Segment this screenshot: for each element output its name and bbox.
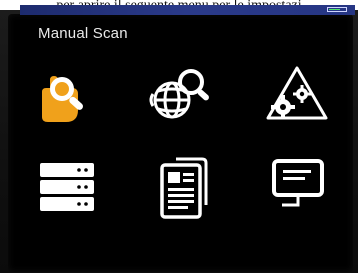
menu-item-server-list[interactable]: [32, 155, 102, 221]
monitor-icon: [272, 159, 324, 207]
menu-item-documents[interactable]: [148, 155, 218, 221]
network-settings-icon: [266, 66, 328, 120]
menu-item-manual-scan[interactable]: [32, 62, 102, 128]
battery-level: [329, 9, 340, 10]
manual-scan-icon: [42, 76, 83, 122]
device-bezel: [0, 10, 358, 273]
device-screen: [8, 14, 353, 272]
menu-item-network-settings[interactable]: [262, 62, 332, 128]
menu-item-internet-search[interactable]: [146, 62, 216, 128]
menu-item-display[interactable]: [264, 155, 334, 221]
server-list-icon: [40, 163, 94, 211]
document-icon: [160, 157, 208, 219]
battery-icon: [327, 7, 347, 12]
status-bar: [20, 5, 355, 15]
internet-search-icon: [149, 69, 209, 119]
screen-title: Manual Scan: [38, 25, 128, 42]
